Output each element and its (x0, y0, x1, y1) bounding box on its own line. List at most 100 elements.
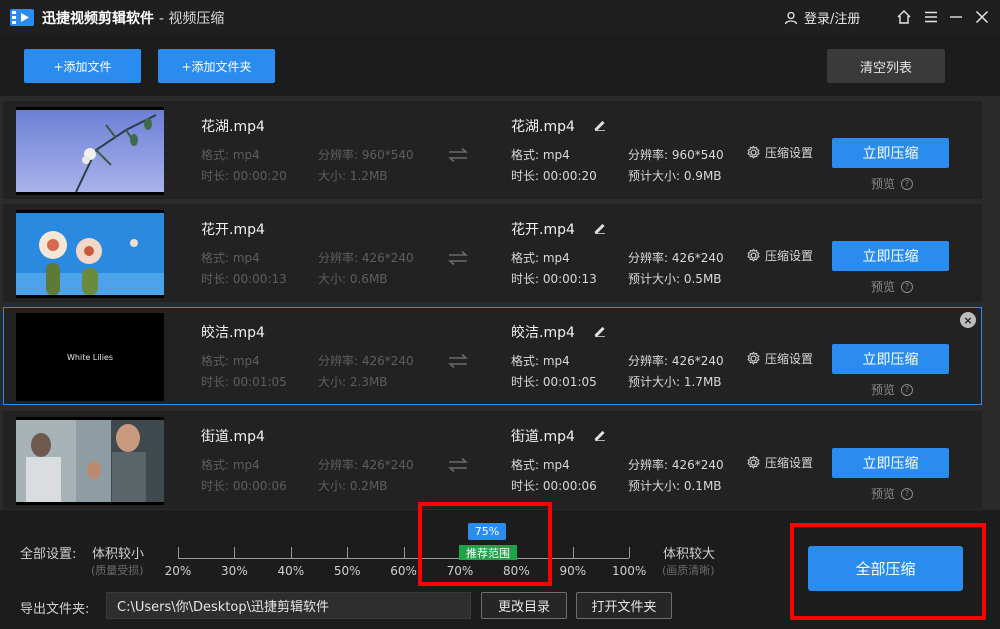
output-file-name[interactable]: 街道.mp4 (511, 426, 575, 446)
login-link[interactable]: 登录/注册 (784, 8, 860, 27)
source-format: 格式: mp4 (201, 148, 260, 162)
smaller-size-label: 体积较小 (92, 547, 145, 562)
preview-label: 预览 (871, 383, 896, 397)
source-file-name: 皎洁.mp4 (201, 325, 265, 341)
page-name: - 视频压缩 (158, 11, 225, 27)
close-icon (975, 10, 989, 24)
convert-arrows-icon (448, 457, 468, 473)
source-format: 格式: mp4 (201, 251, 260, 265)
home-button[interactable] (894, 7, 914, 27)
export-path-input[interactable]: C:\Users\你\Desktop\迅捷剪辑软件 (106, 592, 471, 619)
output-file-name[interactable]: 花湖.mp4 (511, 116, 575, 136)
open-folder-button[interactable]: 打开文件夹 (576, 592, 672, 619)
output-duration: 时长: 00:00:06 (511, 479, 597, 493)
source-duration: 时长: 00:00:20 (201, 169, 287, 183)
estimated-size: 预计大小: 1.7MB (628, 375, 722, 389)
compress-now-button[interactable]: 立即压缩 (832, 138, 949, 168)
compress-now-button[interactable]: 立即压缩 (832, 344, 949, 374)
file-row[interactable]: 花开.mp4 格式: mp4 时长: 00:00:13 分辨率: 426*240… (3, 204, 982, 302)
remove-file-icon[interactable]: × (960, 312, 976, 328)
add-file-button[interactable]: +添加文件 (24, 49, 141, 83)
preview-link[interactable]: 预览? (871, 381, 914, 398)
source-size: 大小: 1.2MB (318, 169, 388, 183)
source-format: 格式: mp4 (201, 458, 260, 472)
menu-button[interactable] (921, 7, 941, 27)
close-window-button[interactable] (972, 7, 992, 27)
video-thumbnail[interactable] (16, 107, 164, 195)
help-icon[interactable]: ? (901, 487, 914, 500)
preview-label: 预览 (871, 280, 896, 294)
source-size: 大小: 0.6MB (318, 272, 388, 286)
output-duration: 时长: 00:00:13 (511, 272, 597, 286)
help-icon[interactable]: ? (901, 383, 914, 396)
file-row[interactable]: 花湖.mp4 格式: mp4 时长: 00:00:20 分辨率: 960*540… (3, 101, 982, 199)
source-size: 大小: 0.2MB (318, 479, 388, 493)
thumbnail-title-text: White Lilies (16, 316, 164, 398)
compress-settings-label: 压缩设置 (765, 352, 814, 366)
preview-label: 预览 (871, 487, 896, 501)
source-duration: 时长: 00:01:05 (201, 375, 287, 389)
app-title: 迅捷视频剪辑软件 - 视频压缩 (42, 8, 224, 28)
slider-tick (234, 547, 236, 558)
output-duration: 时长: 00:00:20 (511, 169, 597, 183)
source-resolution: 分辨率: 960*540 (318, 148, 414, 162)
output-resolution: 分辨率: 426*240 (628, 354, 724, 368)
source-file-name: 花开.mp4 (201, 222, 265, 238)
output-file-name[interactable]: 皎洁.mp4 (511, 322, 575, 342)
file-row[interactable]: White Lilies 皎洁.mp4 格式: mp4 时长: 00:01:05… (3, 307, 982, 405)
video-thumbnail[interactable]: White Lilies (16, 313, 164, 401)
source-resolution: 分辨率: 426*240 (318, 251, 414, 265)
edit-name-icon[interactable] (593, 221, 607, 235)
slider-tick (347, 547, 349, 558)
compress-settings-label: 压缩设置 (765, 456, 814, 470)
edit-name-icon[interactable] (593, 324, 607, 338)
quality-slider-track[interactable] (178, 558, 629, 559)
estimated-size: 预计大小: 0.5MB (628, 272, 722, 286)
help-icon[interactable]: ? (901, 280, 914, 293)
edit-name-icon[interactable] (593, 428, 607, 442)
preview-link[interactable]: 预览? (871, 485, 914, 502)
source-file-name: 街道.mp4 (201, 429, 265, 445)
compress-settings-button[interactable]: 压缩设置 (746, 144, 813, 161)
source-duration: 时长: 00:00:06 (201, 479, 287, 493)
video-thumbnail[interactable] (16, 417, 164, 505)
larger-size-sublabel: (画质清晰) (662, 564, 715, 577)
compress-now-button[interactable]: 立即压缩 (832, 241, 949, 271)
convert-arrows-icon (448, 353, 468, 369)
file-row[interactable]: 街道.mp4 格式: mp4 时长: 00:00:06 分辨率: 426*240… (3, 411, 982, 509)
preview-link[interactable]: 预览? (871, 175, 914, 192)
slider-tick (290, 547, 292, 558)
source-resolution: 分辨率: 426*240 (318, 458, 414, 472)
output-resolution: 分辨率: 960*540 (628, 148, 724, 162)
clear-list-button[interactable]: 清空列表 (827, 49, 945, 83)
minimize-button[interactable] (946, 7, 966, 27)
slider-tick-label: 40% (277, 564, 305, 578)
source-resolution: 分辨率: 426*240 (318, 354, 414, 368)
gear-icon (747, 145, 760, 159)
compress-settings-button[interactable]: 压缩设置 (746, 350, 813, 367)
output-resolution: 分辨率: 426*240 (628, 458, 724, 472)
slider-tick-label: 30% (221, 564, 248, 578)
compress-settings-button[interactable]: 压缩设置 (746, 247, 813, 264)
slider-tick (572, 547, 574, 558)
output-format: 格式: mp4 (511, 354, 570, 368)
video-thumbnail[interactable] (16, 210, 164, 298)
edit-name-icon[interactable] (593, 118, 607, 132)
compress-now-button[interactable]: 立即压缩 (832, 448, 949, 478)
compress-settings-label: 压缩设置 (765, 249, 814, 263)
change-directory-button[interactable]: 更改目录 (481, 592, 567, 619)
source-duration: 时长: 00:00:13 (201, 272, 287, 286)
help-icon[interactable]: ? (901, 177, 914, 190)
add-folder-button[interactable]: +添加文件夹 (158, 49, 275, 83)
slider-tick-label: 90% (559, 564, 587, 578)
highlight-box-compress-all (790, 523, 986, 620)
preview-link[interactable]: 预览? (871, 278, 914, 295)
gear-icon (747, 455, 760, 469)
export-folder-label: 导出文件夹: (20, 602, 90, 617)
app-name: 迅捷视频剪辑软件 (42, 11, 154, 27)
login-label: 登录/注册 (804, 12, 861, 27)
estimated-size: 预计大小: 0.1MB (628, 479, 722, 493)
output-file-name[interactable]: 花开.mp4 (511, 219, 575, 239)
larger-size-label: 体积较大 (663, 547, 716, 562)
compress-settings-button[interactable]: 压缩设置 (746, 454, 813, 471)
